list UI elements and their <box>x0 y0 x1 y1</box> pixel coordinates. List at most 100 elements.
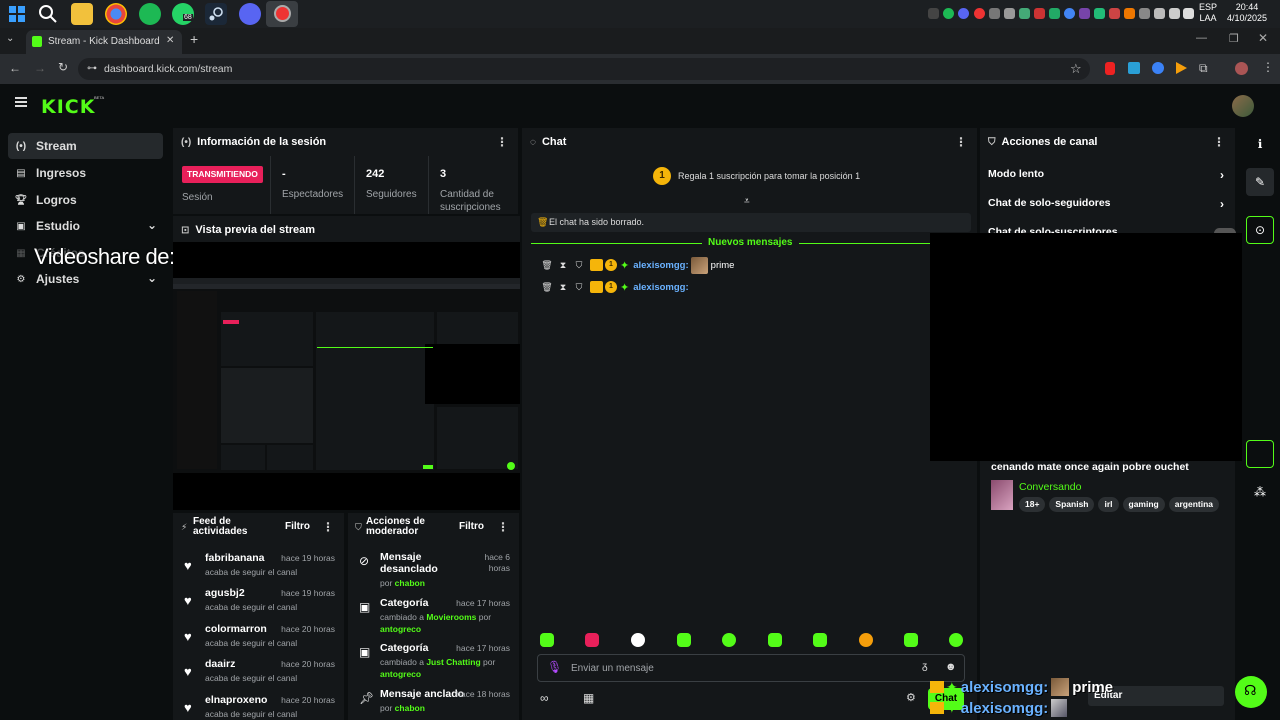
followers-only-toggle[interactable]: Chat de solo-seguidores › <box>988 197 1228 215</box>
tray-discord-icon[interactable] <box>958 8 969 19</box>
slow-mode-toggle[interactable]: Modo lento › <box>988 168 1228 186</box>
tray-icon[interactable] <box>1019 8 1030 19</box>
chat-message[interactable]: 🗑︎ ⧗ ⛉ 1 ✦ alexisomgg: prime <box>540 256 734 274</box>
sidebar-item-logros[interactable]: 🏆︎ Logros <box>8 187 163 213</box>
extension-icon[interactable] <box>1128 62 1140 74</box>
timeout-icon[interactable]: ⧗ <box>556 260 570 271</box>
tray-icon[interactable] <box>1004 8 1015 19</box>
emote-button-icon[interactable] <box>540 633 554 647</box>
info-icon[interactable]: ℹ <box>1246 130 1274 158</box>
kick-logo[interactable]: KICK <box>41 96 95 118</box>
more-options-icon[interactable]: ⋮ <box>496 135 508 149</box>
mod-username[interactable]: chabon <box>395 703 425 713</box>
browser-tab-active[interactable]: Stream - Kick Dashboard ✕ <box>26 30 182 54</box>
tray-icon[interactable] <box>1154 8 1165 19</box>
tray-icon[interactable] <box>1124 8 1135 19</box>
extension-icon[interactable] <box>1152 62 1164 74</box>
filter-button[interactable]: Filtro <box>285 521 310 532</box>
infinity-icon[interactable]: ∞ <box>540 691 549 705</box>
edit-pencil-icon[interactable]: ✎ <box>1246 168 1274 196</box>
search-icon[interactable] <box>37 3 59 25</box>
category-name[interactable]: Movierooms <box>426 612 476 622</box>
extension-play-icon[interactable] <box>1176 62 1187 74</box>
reload-icon[interactable]: ↻ <box>58 60 68 74</box>
mod-tool-icon[interactable] <box>1246 440 1274 468</box>
tag[interactable]: gaming <box>1122 497 1165 512</box>
spotify-icon[interactable] <box>139 3 161 25</box>
discord-icon[interactable] <box>239 3 261 25</box>
list-item[interactable]: ♥ agusbj2 hace 19 horas acaba de seguir … <box>173 585 343 621</box>
profile-avatar[interactable] <box>1235 62 1248 75</box>
more-options-icon[interactable]: ⋮ <box>322 520 334 534</box>
close-tab-icon[interactable]: ✕ <box>166 35 174 46</box>
emote-button-icon[interactable] <box>631 633 645 647</box>
forward-icon[interactable]: → <box>34 61 46 75</box>
delete-icon[interactable]: 🗑︎ <box>540 260 554 271</box>
more-options-icon[interactable]: ⋮ <box>955 135 967 149</box>
chat-settings-icon[interactable]: ⚙ <box>906 691 916 704</box>
delete-icon[interactable]: 🗑︎ <box>540 282 554 293</box>
emote-button-icon[interactable] <box>585 633 599 647</box>
site-info-icon[interactable]: ⊶ <box>87 63 97 74</box>
list-item[interactable]: ♥ colormarron hace 20 horas acaba de seg… <box>173 621 343 657</box>
maximize-button[interactable]: ❐ <box>1229 32 1239 45</box>
hamburger-menu-icon[interactable] <box>15 97 27 107</box>
category-name[interactable]: Conversando <box>1019 481 1081 493</box>
emote-button-icon[interactable] <box>677 633 691 647</box>
chat-username[interactable]: alexisomgg: <box>633 282 688 293</box>
minimize-button[interactable]: — <box>1196 32 1207 44</box>
expand-chevron-icon[interactable]: ⩡ <box>744 196 750 207</box>
ban-icon[interactable]: ⛉ <box>572 260 586 271</box>
language-indicator[interactable]: ESP LAA <box>1194 2 1222 24</box>
chrome-icon[interactable] <box>105 3 127 25</box>
extension-icon[interactable] <box>1105 62 1115 75</box>
nodes-icon[interactable]: ⁂ <box>1246 478 1274 506</box>
tag[interactable]: Spanish <box>1049 497 1095 512</box>
emoji-icon[interactable]: ☻ <box>945 661 957 673</box>
tray-spotify-icon[interactable] <box>943 8 954 19</box>
translate-icon[interactable]: ᵹ <box>922 661 928 672</box>
tray-icon[interactable] <box>1034 8 1045 19</box>
tag[interactable]: 18+ <box>1019 497 1046 512</box>
tab-search-icon[interactable]: ⌄ <box>6 33 14 44</box>
more-options-icon[interactable]: ⋮ <box>1213 135 1225 149</box>
clock[interactable]: 20:44 4/10/2025 <box>1222 2 1272 24</box>
whatsapp-icon[interactable]: 68 <box>172 3 194 25</box>
user-avatar[interactable] <box>1232 95 1254 117</box>
tray-icon[interactable] <box>928 8 939 19</box>
tray-icon[interactable] <box>1094 8 1105 19</box>
bookmark-star-icon[interactable]: ☆ <box>1070 61 1082 77</box>
mod-username[interactable]: antogreco <box>380 624 421 634</box>
sidebar-item-stream[interactable]: (•) Stream <box>8 133 163 159</box>
windows-start-icon[interactable] <box>6 3 28 25</box>
extensions-puzzle-icon[interactable]: ⧉ <box>1199 61 1208 76</box>
mod-username[interactable]: chabon <box>395 578 425 588</box>
chat-input[interactable]: 🎙︎ Enviar un mensaje ᵹ ☻ <box>537 654 965 682</box>
tray-mic-icon[interactable] <box>1169 8 1180 19</box>
emote-button-icon[interactable] <box>813 633 827 647</box>
timeout-icon[interactable]: ⧗ <box>556 282 570 293</box>
filter-button[interactable]: Filtro <box>459 521 484 532</box>
emote-button-icon[interactable] <box>949 633 963 647</box>
chat-message[interactable]: 🗑︎ ⧗ ⛉ 1 ✦ alexisomgg: <box>540 278 689 296</box>
tag[interactable]: irl <box>1098 497 1119 512</box>
mod-action-item[interactable]: ⊘ Mensaje desanclado hace 6 horas por ch… <box>348 551 518 588</box>
ban-icon[interactable]: ⛉ <box>572 282 586 293</box>
url-bar[interactable]: ⊶ dashboard.kick.com/stream ☆ <box>78 58 1090 80</box>
emote-button-icon[interactable] <box>859 633 873 647</box>
support-chat-button[interactable]: ☊ <box>1235 676 1267 708</box>
sidebar-item-ingresos[interactable]: ▤ Ingresos <box>8 160 163 186</box>
tray-icon[interactable] <box>1109 8 1120 19</box>
taskbar-active-app[interactable] <box>266 1 298 27</box>
mod-action-item[interactable]: ▣ Categoría hace 17 horas cambiado a Mov… <box>348 597 518 637</box>
store-icon[interactable]: ▦ <box>583 691 594 705</box>
file-explorer-icon[interactable] <box>71 3 93 25</box>
tray-app-icon[interactable] <box>974 8 985 19</box>
steam-icon[interactable] <box>205 3 227 25</box>
more-options-icon[interactable]: ⋮ <box>497 520 509 534</box>
tag[interactable]: argentina <box>1168 497 1220 512</box>
list-item[interactable]: ♥ daairz hace 20 horas acaba de seguir e… <box>173 656 343 692</box>
mod-tool-icon[interactable]: ⊙ <box>1246 216 1274 244</box>
tray-chrome-icon[interactable] <box>1064 8 1075 19</box>
list-item[interactable]: ♥ elnaproxeno hace 20 horas acaba de seg… <box>173 692 343 720</box>
